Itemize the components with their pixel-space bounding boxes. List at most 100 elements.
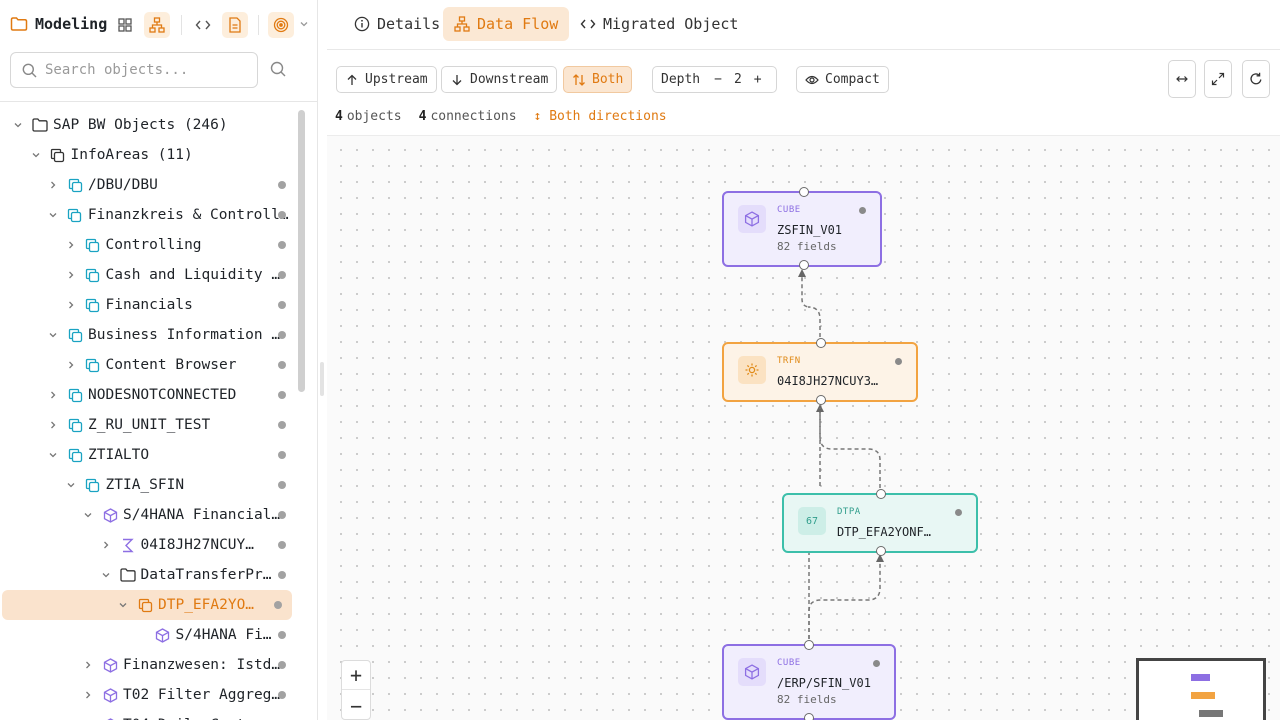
chevron-down-icon[interactable] bbox=[29, 148, 43, 162]
chevron-down-icon[interactable] bbox=[11, 118, 25, 132]
downstream-label: Downstream bbox=[470, 72, 549, 87]
grid-view-button[interactable] bbox=[112, 12, 138, 38]
edge-dtpa-to-trfn[interactable] bbox=[816, 404, 881, 495]
node-name: 04I8JH27NCUY3… bbox=[777, 374, 879, 388]
tree-item-selected[interactable]: DTP_EFA2YO… bbox=[2, 590, 292, 620]
tree-item[interactable]: T04 Daily Cust… bbox=[0, 710, 296, 720]
fullscreen-button[interactable] bbox=[1204, 60, 1232, 98]
chevron-down-icon[interactable] bbox=[46, 328, 60, 342]
tree-item[interactable]: Controlling bbox=[0, 230, 296, 260]
tab-label: Details bbox=[377, 15, 441, 33]
node-input-port[interactable] bbox=[816, 338, 826, 348]
chevron-down-icon[interactable] bbox=[116, 598, 130, 612]
dtp-icon bbox=[137, 597, 153, 613]
tree-item[interactable]: T02 Filter Aggreg… bbox=[0, 680, 296, 710]
document-view-button[interactable] bbox=[222, 12, 248, 38]
status-dot bbox=[278, 691, 286, 699]
tree-item[interactable]: /DBU/DBU bbox=[0, 170, 296, 200]
flow-node-cube[interactable]: CUBE/ERP/SFIN_V01 82 fields bbox=[722, 640, 896, 720]
tree-item[interactable]: DataTransferPr… bbox=[0, 560, 296, 590]
chevron-down-icon[interactable] bbox=[46, 448, 60, 462]
node-output-port[interactable] bbox=[804, 713, 814, 720]
tree-item[interactable]: ZTIA_SFIN bbox=[0, 470, 296, 500]
fit-width-button[interactable] bbox=[1168, 60, 1196, 98]
flow-canvas[interactable]: CUBE ZSFIN_V01 82 fields TRFN 04I8JH27NCUY3…… bbox=[327, 136, 1280, 720]
zoom-in-button[interactable]: + bbox=[342, 661, 370, 690]
tree-item[interactable]: ZTIALTO bbox=[0, 440, 296, 470]
chevron-down-icon[interactable] bbox=[64, 478, 78, 492]
depth-increase-button[interactable]: + bbox=[754, 72, 762, 87]
node-output-port[interactable] bbox=[816, 395, 826, 405]
flow-node-dtpa[interactable]: 67 DTPA DTP_EFA2YONF… bbox=[782, 489, 978, 556]
chevron-down-icon[interactable] bbox=[81, 508, 95, 522]
chevron-right-icon[interactable] bbox=[64, 268, 78, 282]
copy-icon bbox=[67, 177, 83, 193]
node-output-port[interactable] bbox=[876, 546, 886, 556]
chevron-right-icon[interactable] bbox=[99, 538, 113, 552]
chevron-right-icon[interactable] bbox=[81, 658, 95, 672]
tree-item[interactable]: Finanzkreis & Controlli… bbox=[0, 200, 296, 230]
arrows-horizontal-icon bbox=[1176, 74, 1188, 84]
cube-icon bbox=[155, 627, 171, 643]
downstream-button[interactable]: Downstream bbox=[441, 66, 558, 93]
chevron-right-icon[interactable] bbox=[64, 238, 78, 252]
tree-item-label: DataTransferPr… bbox=[140, 567, 272, 583]
code-view-button[interactable] bbox=[190, 12, 216, 38]
node-fields: 82 fields bbox=[777, 693, 837, 706]
chevron-down-icon[interactable] bbox=[299, 19, 309, 29]
tree-item-label: DTP_EFA2YO… bbox=[158, 597, 255, 613]
sidebar-resize-handle[interactable] bbox=[320, 362, 324, 396]
tree-item[interactable]: Business Information … bbox=[0, 320, 296, 350]
tree-item[interactable]: Financials bbox=[0, 290, 296, 320]
edge-cube-to-dtpa[interactable] bbox=[808, 554, 884, 646]
chevron-down-icon[interactable] bbox=[46, 208, 60, 222]
upstream-button[interactable]: Upstream bbox=[336, 66, 437, 93]
tree-item[interactable]: Finanzwesen: Istd… bbox=[0, 650, 296, 680]
tab-migrated-object[interactable]: Migrated Object bbox=[569, 7, 749, 41]
tree-item[interactable]: 04I8JH27NCUY… bbox=[0, 530, 296, 560]
tree-item[interactable]: Z_RU_UNIT_TEST bbox=[0, 410, 296, 440]
search-submit-icon[interactable] bbox=[270, 61, 286, 77]
copy-icon bbox=[67, 387, 83, 403]
tree-item[interactable]: InfoAreas (11) bbox=[0, 140, 296, 170]
chevron-right-icon[interactable] bbox=[46, 418, 60, 432]
tab-label: Migrated Object bbox=[603, 15, 739, 33]
tree-item[interactable]: Cash and Liquidity … bbox=[0, 260, 296, 290]
zoom-out-button[interactable]: − bbox=[342, 691, 370, 720]
scrollbar-thumb[interactable] bbox=[298, 110, 305, 392]
tree-item[interactable]: NODESNOTCONNECTED bbox=[0, 380, 296, 410]
cube-icon bbox=[102, 507, 118, 523]
edge-trfn-to-cube[interactable] bbox=[798, 269, 821, 344]
tree-item[interactable]: S/4HANA Financial… bbox=[0, 500, 296, 530]
node-input-port[interactable] bbox=[804, 640, 814, 650]
hierarchy-icon bbox=[149, 17, 165, 33]
tab-data-flow[interactable]: Data Flow bbox=[443, 7, 570, 41]
tree-item[interactable]: Content Browser bbox=[0, 350, 296, 380]
chevron-right-icon[interactable] bbox=[46, 388, 60, 402]
chevron-right-icon[interactable] bbox=[64, 298, 78, 312]
search-box[interactable] bbox=[10, 52, 258, 88]
flow-node-trfn[interactable]: TRFN 04I8JH27NCUY3… bbox=[722, 338, 918, 405]
grid-icon bbox=[118, 18, 132, 32]
chevron-right-icon[interactable] bbox=[64, 358, 78, 372]
node-input-port[interactable] bbox=[799, 187, 809, 197]
both-directions-button[interactable]: Both bbox=[563, 66, 633, 93]
chevron-down-icon[interactable] bbox=[99, 568, 113, 582]
chevron-right-icon[interactable] bbox=[81, 688, 95, 702]
flow-node-cube[interactable]: CUBE ZSFIN_V01 82 fields bbox=[722, 187, 882, 270]
compact-toggle-button[interactable]: Compact bbox=[796, 66, 889, 93]
main-panel: Details Data Flow Migrated Object Upstre… bbox=[327, 0, 1280, 720]
status-dot bbox=[278, 421, 286, 429]
depth-decrease-button[interactable]: − bbox=[714, 72, 722, 87]
search-input[interactable] bbox=[45, 62, 245, 78]
reset-view-button[interactable] bbox=[1242, 60, 1270, 98]
node-input-port[interactable] bbox=[876, 489, 886, 499]
tree-item[interactable]: SAP BW Objects (246) bbox=[0, 110, 296, 140]
target-view-button[interactable] bbox=[268, 12, 294, 38]
chevron-right-icon[interactable] bbox=[46, 178, 60, 192]
tab-details[interactable]: Details bbox=[343, 7, 451, 41]
node-output-port[interactable] bbox=[799, 260, 809, 270]
minimap[interactable] bbox=[1136, 658, 1266, 720]
hierarchy-view-button[interactable] bbox=[144, 12, 170, 38]
tree-item[interactable]: S/4HANA Fi… bbox=[0, 620, 296, 650]
